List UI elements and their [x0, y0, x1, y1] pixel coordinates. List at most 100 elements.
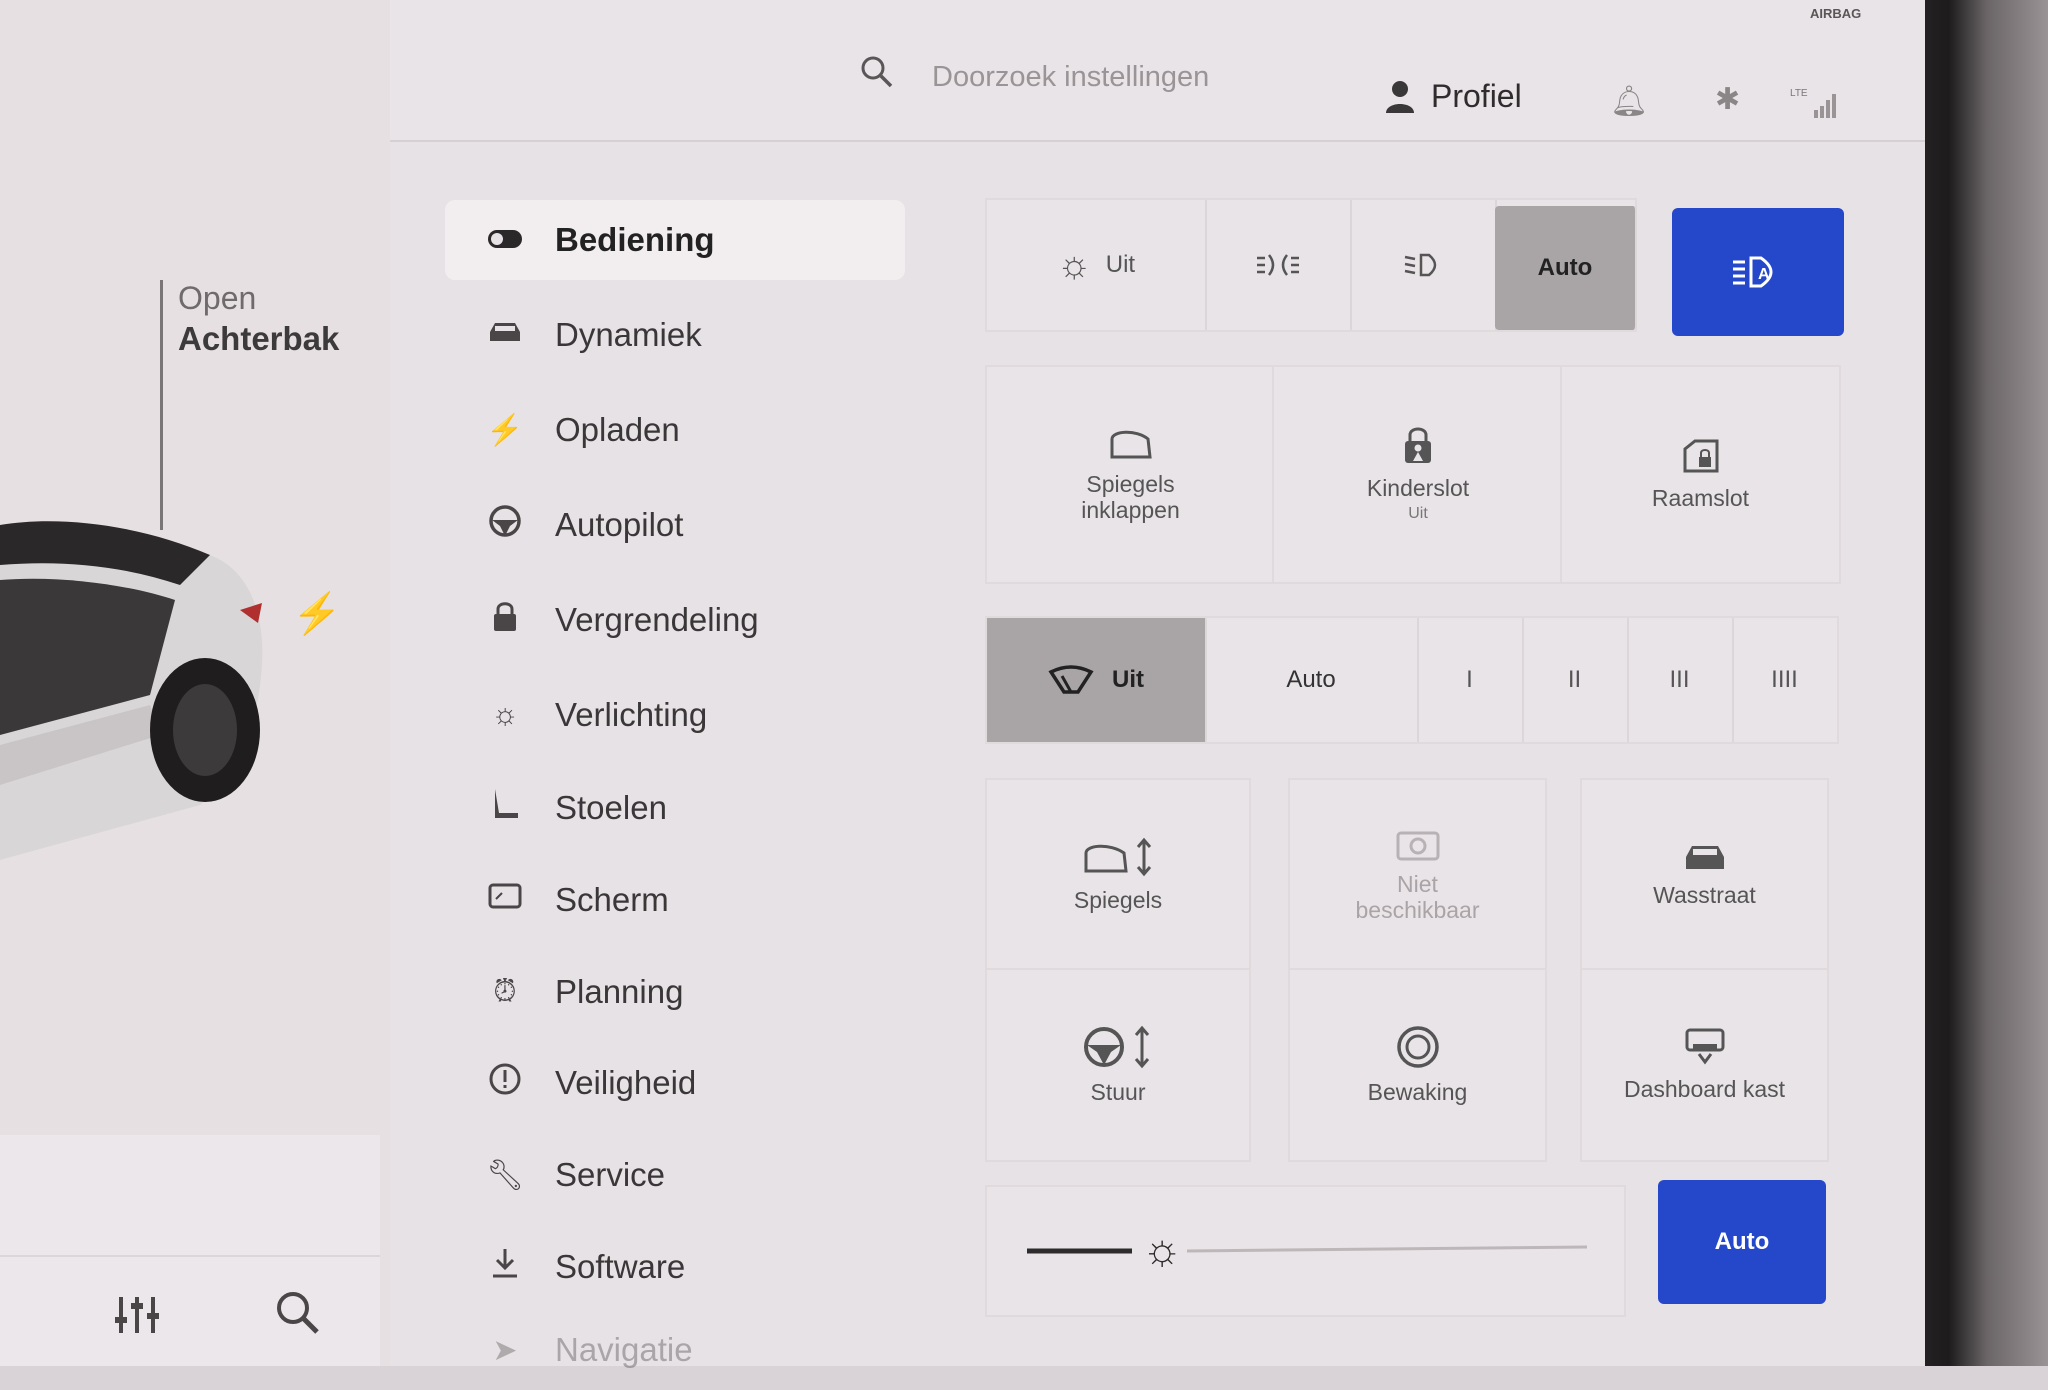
airbag-indicator: AIRBAG: [1810, 6, 1862, 21]
low-beam-icon: [1404, 253, 1436, 277]
nav-label: Scherm: [555, 881, 669, 918]
glovebox-tile[interactable]: Dashboard kast: [1580, 968, 1829, 1162]
lte-signal-icon: LTE: [1790, 88, 1836, 118]
trunk-indicator-line: [160, 280, 163, 530]
lights-auto-label: Auto: [1537, 254, 1593, 281]
wiper-segmented-control: Uit Auto I II III IIII: [985, 616, 1839, 744]
search-input[interactable]: Doorzoek instellingen: [932, 61, 1209, 94]
wipers-auto-option[interactable]: Auto: [1205, 618, 1419, 742]
mirror-adjust-icon: [1084, 837, 1152, 877]
nav-item-dynamiek[interactable]: Dynamiek: [445, 295, 905, 375]
controls-sliders-icon[interactable]: [115, 1295, 161, 1335]
car-illustration: [0, 521, 263, 860]
carwash-tile[interactable]: Wasstraat: [1580, 778, 1829, 972]
unavailable-label-2: beschikbaar: [1355, 897, 1480, 923]
nav-item-verlichting[interactable]: ☼ Verlichting: [445, 675, 905, 755]
nav-item-bediening[interactable]: Bediening: [445, 200, 905, 280]
divider: [0, 1255, 380, 1257]
wiper-speed-2-label: II: [1567, 666, 1582, 693]
nav-item-veiligheid[interactable]: Veiligheid: [445, 1043, 905, 1123]
profile-button[interactable]: Profiel: [1385, 78, 1522, 115]
glovebox-label: Dashboard kast: [1623, 1076, 1786, 1102]
bluetooth-icon[interactable]: ✱: [1715, 82, 1740, 117]
lights-auto-option[interactable]: Auto: [1495, 206, 1637, 330]
low-beam-option[interactable]: [1350, 200, 1497, 330]
nav-label: Dynamiek: [555, 316, 702, 353]
person-icon: [1386, 80, 1414, 113]
screen-icon: [475, 883, 535, 917]
nav-item-stoelen[interactable]: Stoelen: [445, 768, 905, 848]
nav-item-software[interactable]: Software: [445, 1227, 905, 1307]
nav-item-service[interactable]: 🔧︎ Service: [445, 1135, 905, 1215]
unavailable-label-1: Niet: [1397, 871, 1438, 897]
brightness-sun-icon: ☼: [1142, 1225, 1183, 1274]
wipers-auto-label: Auto: [1286, 666, 1336, 693]
camera-icon: [1396, 831, 1439, 861]
nav-label: Bediening: [555, 221, 715, 258]
wiper-speed-1-label: I: [1466, 666, 1473, 693]
lock-icon: [475, 600, 535, 640]
parking-lights-option[interactable]: [1205, 200, 1352, 330]
fold-mirrors-label: Spiegels inklappen: [1081, 470, 1180, 523]
car-icon: [1685, 846, 1724, 869]
wiper-speed-2-option[interactable]: II: [1522, 618, 1629, 742]
wiper-speed-4-option[interactable]: IIII: [1732, 618, 1837, 742]
nav-item-autopilot[interactable]: Autopilot: [445, 485, 905, 565]
nav-label: Autopilot: [555, 506, 684, 543]
unavailable-tile: Niet beschikbaar: [1288, 778, 1547, 972]
brightness-auto-button[interactable]: Auto: [1658, 1180, 1826, 1304]
search-icon: [861, 56, 893, 88]
nav-label: Service: [555, 1156, 666, 1193]
nav-item-navigatie[interactable]: ➤ Navigatie: [445, 1310, 905, 1390]
child-lock-icon: [1405, 427, 1431, 463]
trunk-open-label[interactable]: Open: [178, 280, 256, 317]
nav-label: Veiligheid: [555, 1064, 697, 1101]
headlight-segmented-control: ☼ Uit Auto: [985, 198, 1637, 332]
sentry-icon: [1396, 1026, 1439, 1068]
fold-mirrors-tile[interactable]: Spiegels inklappen: [985, 365, 1276, 584]
left-bottom-panel: [0, 1135, 380, 1366]
brightness-auto-label: Auto: [1714, 1228, 1770, 1255]
steering-adjust-tile[interactable]: Stuur: [985, 968, 1251, 1162]
child-lock-tile[interactable]: Kinderslot Uit: [1272, 365, 1564, 584]
window-lock-icon: [1683, 439, 1718, 472]
trunk-name-label[interactable]: Achterbak: [178, 320, 339, 358]
mirror-icon: [1110, 430, 1152, 458]
nav-label: Opladen: [555, 411, 680, 448]
wipers-off-label: Uit: [1112, 666, 1144, 693]
nav-item-opladen[interactable]: ⚡ Opladen: [445, 390, 905, 470]
car-icon: [475, 318, 535, 352]
mirrors-label: Spiegels: [1073, 887, 1163, 913]
nav-item-vergrendeling[interactable]: Vergrendeling: [445, 580, 905, 660]
mirrors-adjust-tile[interactable]: Spiegels: [985, 778, 1251, 972]
lights-off-option[interactable]: ☼ Uit: [987, 200, 1207, 330]
sentry-label: Bewaking: [1367, 1079, 1468, 1105]
nav-label: Vergrendeling: [555, 601, 759, 638]
navigation-icon: ➤: [492, 1333, 518, 1367]
wiper-speed-4-label: IIII: [1771, 666, 1798, 693]
nav-item-planning[interactable]: ⏰︎ Planning: [445, 952, 905, 1032]
wipers-off-option[interactable]: Uit: [987, 618, 1207, 742]
window-lock-label: Raamslot: [1651, 484, 1750, 511]
sentry-mode-tile[interactable]: Bewaking: [1288, 968, 1547, 1162]
brightness-track: [1027, 1245, 1588, 1254]
bell-icon[interactable]: 🔔︎: [1610, 84, 1648, 119]
sun-icon: ☼: [1056, 243, 1092, 286]
auto-high-beam-button[interactable]: A: [1672, 208, 1844, 336]
wiper-speed-1-option[interactable]: I: [1417, 618, 1524, 742]
download-icon: [475, 1247, 535, 1287]
toggle-icon: [475, 223, 535, 257]
lights-off-label: Uit: [1105, 251, 1136, 278]
search-bar[interactable]: Doorzoek instellingen: [390, 0, 1925, 142]
wrench-icon: 🔧︎: [485, 1158, 525, 1192]
window-lock-tile[interactable]: Raamslot: [1560, 365, 1841, 584]
nav-label: Stoelen: [555, 789, 667, 826]
charging-bolt-icon: ⚡: [292, 592, 342, 636]
nav-item-scherm[interactable]: Scherm: [445, 860, 905, 940]
glovebox-icon: [1685, 1028, 1724, 1065]
search-icon[interactable]: [275, 1290, 321, 1336]
carwash-label: Wasstraat: [1653, 882, 1756, 908]
brightness-slider[interactable]: ☼: [985, 1185, 1626, 1317]
wiper-speed-3-option[interactable]: III: [1627, 618, 1734, 742]
wiper-speed-3-label: III: [1669, 666, 1690, 693]
